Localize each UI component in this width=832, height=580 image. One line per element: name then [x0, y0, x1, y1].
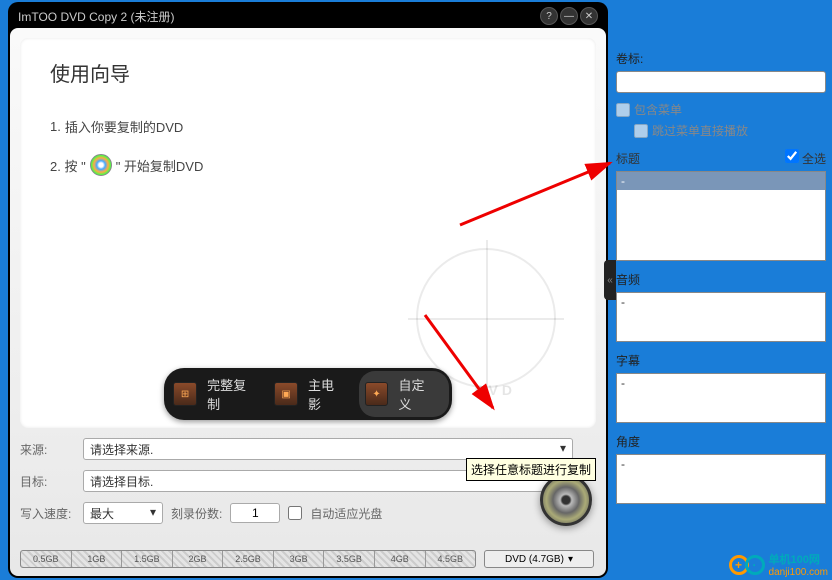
logo-icon: +·: [729, 555, 765, 575]
tab-custom[interactable]: ✦ 自定义: [359, 371, 449, 417]
minimize-button[interactable]: —: [560, 7, 578, 25]
copies-input[interactable]: [230, 503, 280, 523]
size-tick: 4GB: [375, 551, 426, 567]
dvd-small-icon: [90, 154, 112, 176]
skip-menu-checkbox: [634, 124, 648, 138]
size-tick: 4.5GB: [426, 551, 476, 567]
titlebar: ImTOO DVD Copy 2 (未注册) ? — ✕: [10, 4, 606, 28]
tab-full-copy[interactable]: ⊞ 完整复制: [167, 371, 268, 417]
crosshair-graphic: [416, 248, 556, 388]
site-logo: +· 单机100网 danji100.com: [729, 551, 828, 578]
include-menu-checkbox: [616, 103, 630, 117]
size-tick: 2.5GB: [223, 551, 274, 567]
wizard-panel: 使用向导 1. 插入你要复制的DVD 2. 按 " " 开始复制DVD DVD …: [20, 38, 596, 428]
mode-tabs: ⊞ 完整复制 ▣ 主电影 ✦ 自定义: [164, 368, 452, 420]
app-title: ImTOO DVD Copy 2 (未注册): [18, 8, 174, 25]
list-item[interactable]: -: [617, 374, 825, 392]
app-window: ImTOO DVD Copy 2 (未注册) ? — ✕ 使用向导 1. 插入你…: [8, 2, 608, 578]
film-gear-icon: ✦: [365, 382, 389, 406]
tab-main-movie[interactable]: ▣ 主电影: [268, 371, 358, 417]
volume-input[interactable]: [616, 71, 826, 93]
speed-row: 写入速度: 最大 刻录份数: 自动适应光盘: [20, 502, 596, 524]
list-item[interactable]: -: [617, 455, 825, 473]
angle-label: 角度: [616, 433, 826, 450]
film-icon: ▣: [274, 382, 298, 406]
select-all-row: 全选: [785, 149, 826, 167]
side-panel: 卷标: 包含菜单 跳过菜单直接播放 标题 全选 - 音频 - 字幕 - 角度 -: [616, 50, 826, 514]
subtitle-list[interactable]: -: [616, 373, 826, 423]
audio-label: 音频: [616, 271, 826, 288]
source-label: 来源:: [20, 441, 75, 458]
select-all-checkbox[interactable]: [785, 149, 799, 163]
logo-brand: 单机100网: [769, 551, 828, 567]
title-list[interactable]: -: [616, 171, 826, 261]
size-tick: 1GB: [72, 551, 123, 567]
dvd-bg-label: DVD: [474, 382, 516, 398]
speed-dropdown[interactable]: 最大: [83, 502, 163, 524]
wizard-step-2: 2. 按 " " 开始复制DVD: [50, 154, 566, 176]
angle-list[interactable]: -: [616, 454, 826, 504]
help-button[interactable]: ?: [540, 7, 558, 25]
subtitle-label: 字幕: [616, 352, 826, 369]
wizard-heading: 使用向导: [50, 58, 566, 87]
list-item[interactable]: -: [617, 293, 825, 311]
inner-panel: 使用向导 1. 插入你要复制的DVD 2. 按 " " 开始复制DVD DVD …: [10, 28, 606, 576]
size-tick: 1.5GB: [122, 551, 173, 567]
speed-label: 写入速度:: [20, 505, 75, 522]
audio-list[interactable]: -: [616, 292, 826, 342]
title-label: 标题: [616, 150, 640, 167]
expand-handle[interactable]: «: [604, 260, 616, 300]
source-dropdown[interactable]: 请选择来源.: [83, 438, 573, 460]
autofit-label: 自动适应光盘: [310, 505, 382, 522]
copies-label: 刻录份数:: [171, 505, 222, 522]
size-tick: 0.5GB: [21, 551, 72, 567]
list-item[interactable]: -: [617, 172, 825, 190]
size-tick: 3GB: [274, 551, 325, 567]
source-row: 来源: 请选择来源.: [20, 438, 596, 460]
target-label: 目标:: [20, 473, 75, 490]
tooltip: 选择任意标题进行复制: [466, 458, 596, 481]
volume-label: 卷标:: [616, 50, 826, 67]
capacity-dropdown[interactable]: DVD (4.7GB): [484, 550, 594, 568]
include-menu-row: 包含菜单: [616, 101, 826, 118]
close-button[interactable]: ✕: [580, 7, 598, 25]
start-copy-button[interactable]: [540, 474, 592, 526]
wizard-step-1: 1. 插入你要复制的DVD: [50, 117, 566, 136]
film-plus-icon: ⊞: [173, 382, 197, 406]
size-tick: 2GB: [173, 551, 224, 567]
skip-menu-row: 跳过菜单直接播放: [634, 122, 826, 139]
logo-url: danji100.com: [769, 567, 828, 578]
size-tick: 3.5GB: [324, 551, 375, 567]
autofit-checkbox[interactable]: [288, 506, 302, 520]
size-bar: 0.5GB 1GB 1.5GB 2GB 2.5GB 3GB 3.5GB 4GB …: [20, 550, 476, 568]
title-header: 标题 全选: [616, 149, 826, 167]
